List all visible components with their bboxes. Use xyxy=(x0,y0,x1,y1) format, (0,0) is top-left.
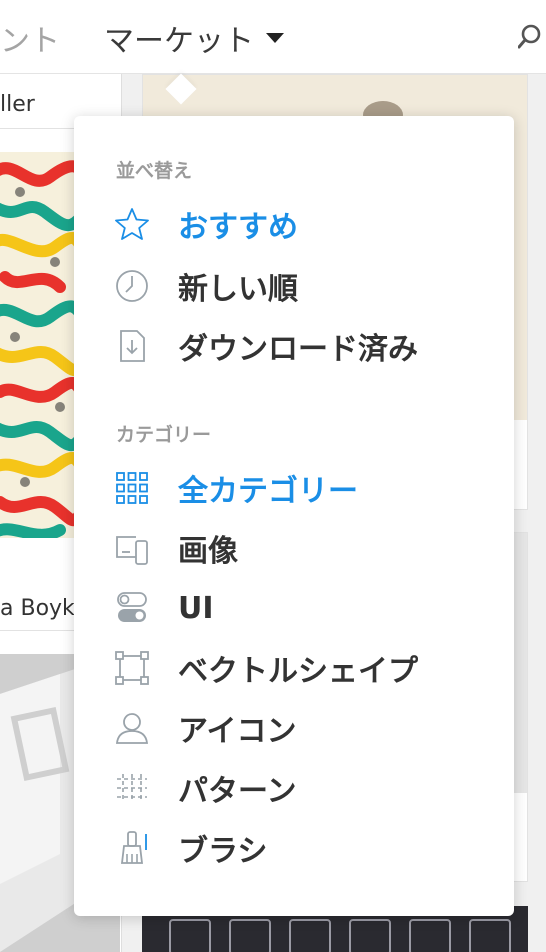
card-author-label[interactable]: ller xyxy=(0,92,35,117)
nav-item-partial[interactable]: ント xyxy=(0,16,60,60)
menu-item-label: 新しい順 xyxy=(178,272,298,307)
category-section-header: カテゴリー xyxy=(116,424,212,446)
card-thumbnail-pattern[interactable] xyxy=(0,152,76,538)
toggle-icon xyxy=(112,588,152,628)
grid-icon xyxy=(112,468,152,508)
category-item-patterns[interactable]: パターン xyxy=(112,764,492,812)
category-item-vector-shapes[interactable]: ベクトルシェイプ xyxy=(112,644,492,692)
card-author-label-2[interactable]: a Boyk xyxy=(0,596,75,621)
sort-item-recommended[interactable]: おすすめ xyxy=(112,200,492,248)
vector-shape-icon xyxy=(112,648,152,688)
category-item-brushes[interactable]: ブラシ xyxy=(112,824,492,872)
menu-item-label: 全カテゴリー xyxy=(178,474,358,509)
nav-item-market[interactable]: マーケット xyxy=(104,16,284,60)
menu-item-label: パターン xyxy=(178,774,297,809)
sort-item-downloaded[interactable]: ダウンロード済み xyxy=(112,322,492,370)
menu-item-label: UI xyxy=(178,590,214,626)
menu-item-label: ブラシ xyxy=(178,834,268,869)
pattern-icon xyxy=(112,768,152,808)
star-icon xyxy=(112,204,152,244)
menu-item-label: おすすめ xyxy=(178,210,298,245)
devices-icon xyxy=(112,528,152,568)
market-dropdown-menu: 並べ替え おすすめ 新しい順 ダウンロード済み カテゴリー 全カテゴリー 画像 … xyxy=(74,116,514,916)
sort-section-header: 並べ替え xyxy=(116,160,193,182)
menu-item-label: 画像 xyxy=(178,534,238,569)
download-icon xyxy=(112,326,152,366)
nav-market-label: マーケット xyxy=(104,24,254,59)
clock-icon xyxy=(112,266,152,306)
user-icon xyxy=(112,708,152,748)
menu-item-label: アイコン xyxy=(178,714,297,749)
top-nav-bar: ント マーケット xyxy=(0,0,546,74)
menu-item-label: ベクトルシェイプ xyxy=(178,654,418,689)
brush-icon xyxy=(112,828,152,868)
category-item-ui[interactable]: UI xyxy=(112,584,492,632)
caret-down-icon xyxy=(266,33,284,43)
sort-item-newest[interactable]: 新しい順 xyxy=(112,262,492,310)
search-icon[interactable] xyxy=(518,22,546,52)
category-item-images[interactable]: 画像 xyxy=(112,524,492,572)
menu-item-label: ダウンロード済み xyxy=(178,332,418,367)
category-item-icons[interactable]: アイコン xyxy=(112,704,492,752)
category-item-all[interactable]: 全カテゴリー xyxy=(112,464,492,512)
